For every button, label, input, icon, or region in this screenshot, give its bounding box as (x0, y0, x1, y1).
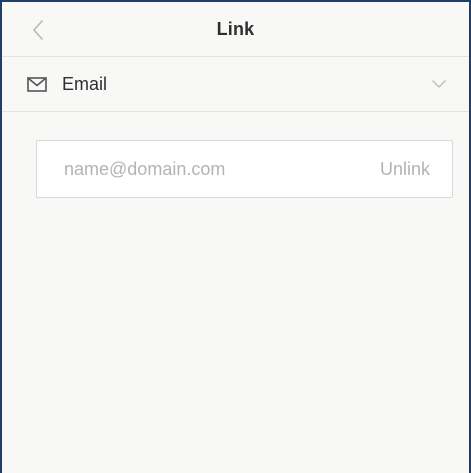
email-input[interactable] (37, 141, 337, 197)
link-type-dropdown[interactable]: Email (2, 57, 469, 112)
link-panel: Link Email Unlink (0, 0, 471, 473)
link-type-label: Email (62, 73, 108, 94)
panel-title: Link (216, 18, 255, 39)
chevron-left-icon (32, 19, 44, 41)
back-button[interactable] (24, 15, 52, 45)
panel-header: Link (2, 2, 469, 57)
unlink-button[interactable]: Unlink (380, 158, 430, 180)
envelope-icon (26, 75, 48, 93)
email-field-container: Unlink (36, 140, 453, 198)
chevron-down-icon (431, 77, 447, 91)
